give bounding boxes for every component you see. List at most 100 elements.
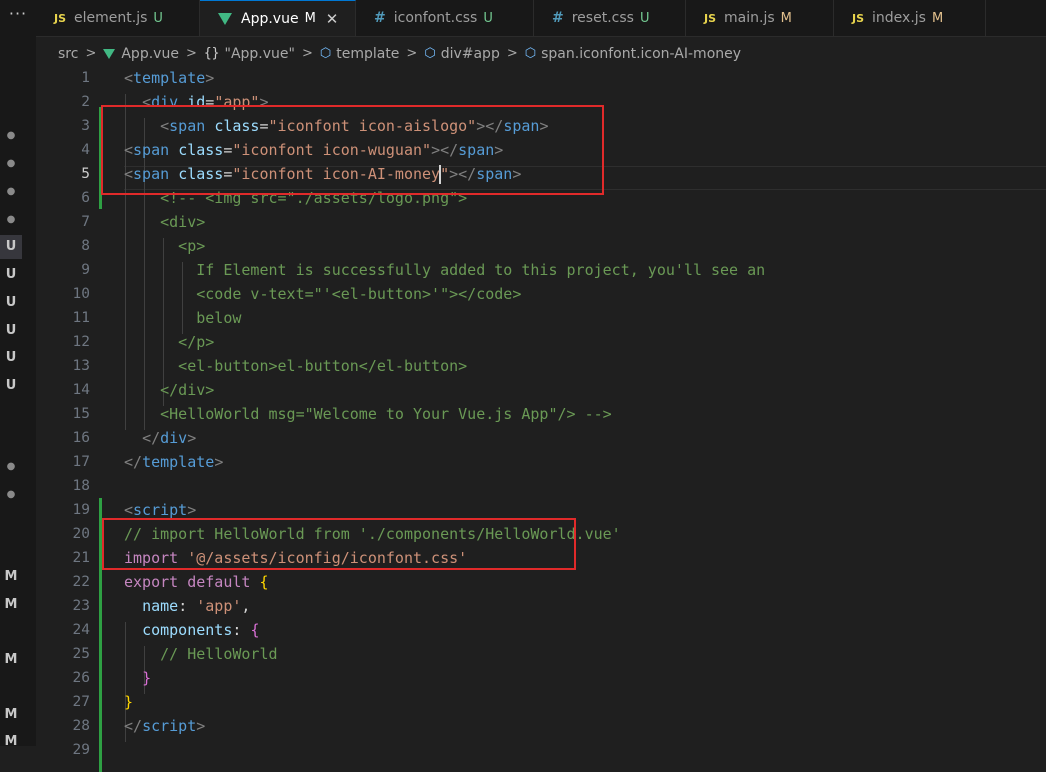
- code-line: 26 }: [36, 666, 1046, 690]
- breadcrumb-item[interactable]: App.vue: [103, 46, 179, 62]
- file-status-badge: M: [4, 569, 18, 584]
- chevron-right-icon: >: [301, 46, 313, 61]
- code-text[interactable]: export default {: [124, 570, 269, 594]
- tab-status-badge: U: [639, 10, 650, 26]
- element-symbol-icon: ⬡: [424, 46, 436, 61]
- breadcrumb-item[interactable]: ⬡ div#app: [424, 46, 500, 62]
- breadcrumb-label: "App.vue": [224, 45, 295, 62]
- code-text[interactable]: </template>: [124, 450, 223, 474]
- code-line: 16 </div>: [36, 426, 1046, 450]
- tab-element-js[interactable]: JS element.js U: [36, 0, 200, 36]
- line-number: 25: [72, 646, 90, 662]
- code-line: 29: [36, 738, 1046, 762]
- line-number: 1: [81, 70, 90, 86]
- code-text[interactable]: <div>: [124, 210, 205, 234]
- vue-file-icon: [103, 48, 116, 59]
- code-line: 18: [36, 474, 1046, 498]
- tab-status-badge: U: [153, 10, 163, 26]
- code-text[interactable]: <el-button>el-button</el-button>: [124, 354, 467, 378]
- code-text[interactable]: // HelloWorld: [124, 642, 277, 666]
- code-text[interactable]: name: 'app',: [124, 594, 250, 618]
- element-symbol-icon: ⬡: [524, 46, 537, 61]
- line-number: 11: [72, 310, 90, 326]
- css-file-icon: #: [374, 10, 386, 26]
- element-symbol-icon: ⬡: [319, 46, 332, 61]
- vue-file-icon: [218, 12, 232, 25]
- tab-app-vue[interactable]: App.vue M ✕: [200, 0, 356, 36]
- line-number: 18: [72, 478, 90, 494]
- more-actions-icon[interactable]: ···: [0, 4, 36, 23]
- folder-status-dot: ●: [6, 186, 16, 197]
- activity-strip: ··· ● ● ● ● U U U U U U ● ● M M M M M: [0, 0, 36, 749]
- code-text[interactable]: <template>: [124, 66, 214, 90]
- line-number: 20: [72, 526, 90, 542]
- line-number: 14: [72, 382, 90, 398]
- line-number: 4: [81, 142, 90, 158]
- tab-label: App.vue: [241, 10, 299, 27]
- code-text[interactable]: }: [124, 690, 133, 714]
- breadcrumb-item[interactable]: src: [58, 46, 78, 62]
- code-text[interactable]: below: [124, 306, 241, 330]
- code-editor[interactable]: 1 <template> 2 <div id="app"> 3 <span class…: [36, 69, 1046, 772]
- tab-reset-css[interactable]: # reset.css U: [534, 0, 686, 36]
- code-line: 25 // HelloWorld: [36, 642, 1046, 666]
- chevron-right-icon: >: [406, 46, 418, 61]
- code-line: 8 <p>: [36, 234, 1046, 258]
- tab-status-badge: M: [780, 10, 792, 26]
- code-text[interactable]: </script>: [124, 714, 205, 738]
- braces-icon: {}: [203, 46, 220, 61]
- code-line: 27}: [36, 690, 1046, 714]
- file-status-badge: M: [4, 652, 18, 667]
- line-number: 3: [81, 118, 90, 134]
- tab-index-js[interactable]: JS index.js M: [834, 0, 986, 36]
- code-text[interactable]: </div>: [124, 378, 214, 402]
- line-number: 22: [72, 574, 90, 590]
- tab-status-badge: M: [931, 10, 944, 26]
- close-icon[interactable]: ✕: [326, 10, 339, 28]
- file-status-badge: U: [5, 350, 17, 365]
- line-number: 26: [72, 670, 90, 686]
- line-number: 2: [81, 94, 90, 110]
- line-number: 29: [72, 742, 90, 758]
- line-number: 21: [72, 550, 90, 566]
- js-file-icon: JS: [704, 11, 717, 25]
- code-text[interactable]: }: [124, 666, 151, 690]
- file-status-badge: M: [4, 734, 18, 749]
- code-line: 15 <HelloWorld msg="Welcome to Your Vue.…: [36, 402, 1046, 426]
- code-line: 14 </div>: [36, 378, 1046, 402]
- folder-status-dot: ●: [6, 489, 16, 500]
- tab-label: main.js: [724, 10, 775, 26]
- line-number: 23: [72, 598, 90, 614]
- code-text[interactable]: <HelloWorld msg="Welcome to Your Vue.js …: [124, 402, 612, 426]
- breadcrumb-item[interactable]: {} "App.vue": [204, 46, 295, 62]
- tab-iconfont-css[interactable]: # iconfont.css U: [356, 0, 534, 36]
- line-number: 27: [72, 694, 90, 710]
- code-line: 12 </p>: [36, 330, 1046, 354]
- css-file-icon: #: [552, 10, 564, 26]
- code-line: 10 <code v-text="'<el-button>'"></code>: [36, 282, 1046, 306]
- code-text[interactable]: <code v-text="'<el-button>'"></code>: [124, 282, 521, 306]
- tab-main-js[interactable]: JS main.js M: [686, 0, 834, 36]
- line-number: 15: [72, 406, 90, 422]
- code-line: 13 <el-button>el-button</el-button>: [36, 354, 1046, 378]
- breadcrumb-item[interactable]: ⬡ span.iconfont.icon-AI-money: [525, 46, 741, 62]
- editor-tab-bar: JS element.js U App.vue M ✕ # iconfont.css U # res…: [36, 0, 1046, 37]
- breadcrumb-item[interactable]: ⬡ template: [320, 46, 400, 62]
- js-file-icon: JS: [852, 11, 865, 25]
- code-line: 22 export default {: [36, 570, 1046, 594]
- code-line: 11 below: [36, 306, 1046, 330]
- code-text[interactable]: <p>: [124, 234, 205, 258]
- breadcrumb-label: App.vue: [121, 45, 179, 62]
- code-text[interactable]: components: {: [124, 618, 259, 642]
- code-text[interactable]: </p>: [124, 330, 214, 354]
- js-file-icon: JS: [54, 11, 67, 25]
- code-text[interactable]: </div>: [124, 426, 196, 450]
- line-number: 5: [81, 166, 90, 182]
- tab-label: iconfont.css: [393, 10, 478, 26]
- code-line: 24 components: {: [36, 618, 1046, 642]
- breadcrumb-label: span.iconfont.icon-AI-money: [541, 45, 742, 62]
- code-text[interactable]: If Element is successfully added to this…: [124, 258, 765, 282]
- file-status-badge: U: [5, 378, 17, 393]
- folder-status-dot: ●: [6, 461, 16, 472]
- tab-status-badge: M: [304, 11, 316, 26]
